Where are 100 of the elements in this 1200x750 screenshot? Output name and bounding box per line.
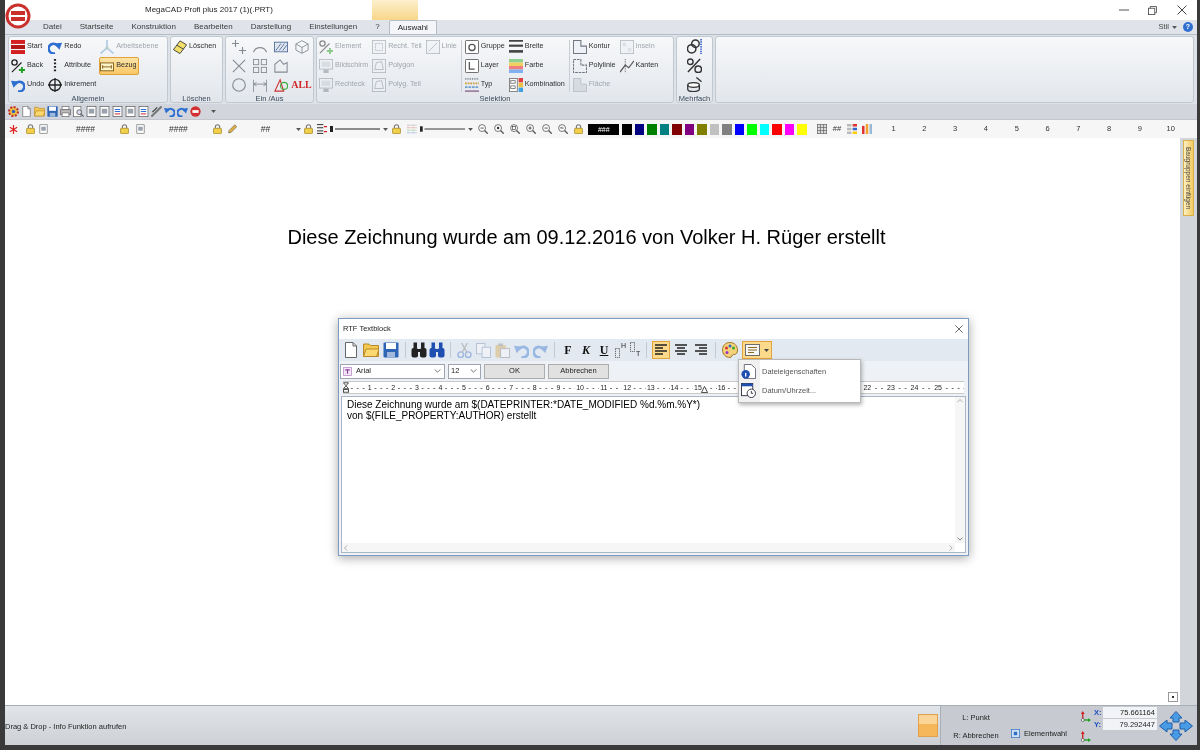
hatch-icon[interactable] — [273, 39, 288, 54]
attribute-field[interactable]: #### — [76, 122, 95, 136]
caret-icon[interactable] — [468, 127, 474, 131]
color-swatch-icon[interactable] — [797, 123, 807, 135]
color-columns-icon[interactable] — [862, 124, 873, 134]
grid-box-icon[interactable] — [816, 124, 827, 134]
color-swatch-icon[interactable] — [672, 123, 682, 135]
underline-button[interactable]: U — [595, 341, 613, 359]
plus-marks-icon[interactable] — [231, 39, 246, 54]
binoculars-icon[interactable] — [411, 342, 427, 358]
binoculars-icon[interactable] — [429, 342, 445, 358]
lock-icon[interactable] — [212, 124, 222, 134]
four-arrows-icon[interactable] — [1158, 710, 1193, 741]
document-icon[interactable] — [99, 106, 110, 117]
ribbon-tab[interactable]: Darstellung — [241, 20, 301, 34]
zoom-window-icon[interactable] — [494, 124, 505, 134]
line-style-icon[interactable] — [420, 126, 466, 132]
scroll-corner-icon[interactable] — [1168, 692, 1178, 702]
document-icon[interactable] — [125, 106, 136, 117]
color-swatch-icon[interactable] — [734, 123, 745, 135]
text-editor[interactable]: Diese Zeichnung wurde am $(DATEPRINTER:*DATE_MODIFIED %d.%m.%Y*) von $(FILE_PROPERTY:AUTHOR) erstellt — [341, 396, 966, 553]
circle-icon[interactable] — [231, 77, 246, 92]
ribbon-tab[interactable]: ? — [366, 20, 389, 34]
tab-stop-icon[interactable] — [701, 386, 708, 393]
line-weights-icon[interactable] — [317, 124, 328, 134]
vertical-scrollbar[interactable] — [955, 397, 965, 543]
caret-icon[interactable] — [296, 127, 302, 131]
ribbon-tab[interactable]: Datei — [34, 20, 71, 34]
color-swatch-icon[interactable] — [772, 123, 782, 135]
dimension-arrows-icon[interactable] — [252, 77, 267, 92]
zoom-out-icon[interactable] — [478, 124, 489, 134]
gear-icon[interactable] — [8, 106, 19, 117]
ribbon-tab[interactable]: Bearbeiten — [184, 20, 242, 34]
document-icon[interactable] — [86, 106, 97, 117]
cube-icon[interactable] — [294, 39, 309, 54]
color-swatch-icon[interactable] — [759, 123, 770, 135]
italic-button[interactable]: K — [577, 341, 595, 359]
print-preview-icon[interactable] — [73, 106, 84, 117]
triangle-circle-icon[interactable] — [273, 77, 288, 92]
attribute-field[interactable]: #### — [168, 122, 188, 136]
cylinder-icon[interactable] — [687, 77, 702, 92]
chevron-down-icon[interactable] — [957, 537, 963, 541]
folder-icon[interactable] — [363, 342, 379, 358]
line-style-icon[interactable] — [330, 126, 381, 132]
ribbon-tab[interactable]: Konstruktion — [122, 20, 185, 34]
asterisk-icon[interactable] — [9, 124, 18, 134]
color-swatch-icon[interactable] — [622, 123, 632, 135]
redo-icon[interactable] — [177, 106, 188, 117]
page-icon[interactable] — [135, 124, 145, 134]
save-icon[interactable] — [47, 106, 58, 117]
lock-icon[interactable] — [26, 124, 35, 134]
percent-circles-icon[interactable] — [687, 58, 702, 73]
color-swatch-icon[interactable] — [697, 123, 707, 135]
zoom-out-icon[interactable] — [542, 124, 553, 134]
lock-icon[interactable] — [304, 124, 314, 134]
color-swatch-icon[interactable] — [784, 123, 795, 135]
polygon-icon[interactable] — [273, 58, 288, 73]
text-block-dropdown-icon[interactable] — [742, 341, 773, 359]
caret-icon[interactable] — [383, 127, 389, 131]
pencil-icon[interactable] — [227, 124, 237, 134]
undo-icon[interactable] — [164, 106, 175, 117]
printer-icon[interactable] — [60, 106, 71, 117]
attribute-field[interactable]: ## — [260, 122, 271, 136]
color-swatch-icon[interactable] — [709, 123, 720, 135]
restore-icon[interactable] — [1148, 5, 1157, 15]
close-icon[interactable] — [1177, 5, 1187, 15]
color-swatch-icon[interactable] — [684, 123, 695, 135]
zoom-in-icon[interactable] — [526, 124, 537, 134]
align-left-icon[interactable] — [652, 341, 671, 359]
caret-icon[interactable] — [211, 110, 216, 113]
color-swatch-icon[interactable] — [659, 123, 670, 135]
ribbon-tab[interactable]: Startseite — [70, 20, 123, 34]
overlapping-circles-icon[interactable] — [687, 39, 702, 54]
palette-icon[interactable] — [722, 342, 739, 358]
color-swatch-icon[interactable] — [722, 123, 732, 135]
lock-icon[interactable] — [392, 124, 402, 134]
page-icon[interactable] — [39, 124, 48, 134]
bold-button[interactable]: F — [559, 341, 577, 359]
lock-icon[interactable] — [574, 124, 584, 134]
color-swatch-icon[interactable] — [747, 123, 757, 135]
color-swatch-icon[interactable] — [634, 123, 645, 135]
zoom-previous-icon[interactable] — [558, 124, 569, 134]
indent-marker-icon[interactable] — [343, 382, 349, 393]
diagonal-lines-icon[interactable] — [151, 106, 162, 117]
cross-icon[interactable] — [231, 58, 246, 73]
new-file-icon[interactable] — [21, 106, 32, 117]
four-squares-icon[interactable] — [252, 58, 267, 73]
dotted-lines-icon[interactable] — [407, 124, 418, 134]
ribbon-tab[interactable]: Einstellungen — [300, 20, 367, 34]
save-icon[interactable] — [383, 342, 399, 358]
lock-icon[interactable] — [119, 124, 129, 134]
round-badge-icon[interactable] — [190, 106, 201, 117]
new-file-icon[interactable] — [343, 342, 359, 358]
document-lines-icon[interactable] — [112, 106, 123, 117]
all-toggle[interactable]: ALL — [291, 78, 312, 91]
ribbon-tab[interactable]: Auswahl — [388, 20, 437, 34]
document-lines-icon[interactable] — [138, 106, 149, 117]
zoom-all-icon[interactable] — [510, 124, 521, 134]
round-logo-icon[interactable] — [5, 3, 31, 29]
close-icon[interactable] — [955, 325, 963, 333]
